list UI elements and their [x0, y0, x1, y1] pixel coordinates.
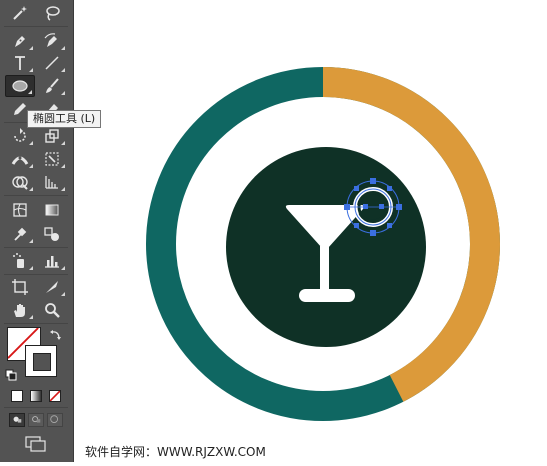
none-mode-button[interactable]: [49, 390, 61, 402]
curvature-tool-icon[interactable]: [37, 30, 67, 52]
artboard-canvas[interactable]: [74, 0, 547, 462]
lasso-tool-icon[interactable]: [37, 2, 67, 24]
draw-inside-icon[interactable]: [47, 413, 63, 427]
magic-wand-tool-icon[interactable]: [5, 2, 35, 24]
paintbrush-tool-icon[interactable]: [37, 75, 67, 97]
symbol-sprayer-tool-icon[interactable]: [5, 250, 35, 272]
line-segment-tool-icon[interactable]: [37, 52, 67, 74]
shape-builder-tool-icon[interactable]: [5, 171, 35, 193]
site-watermark-text: 软件自学网：WWW.RJZXW.COM: [85, 445, 266, 459]
hand-tool-icon[interactable]: [5, 299, 35, 321]
scale-tool-icon[interactable]: [37, 125, 67, 147]
eyedropper-tool-icon[interactable]: [5, 223, 35, 245]
stroke-swatch[interactable]: [25, 345, 57, 377]
draw-normal-icon[interactable]: [9, 413, 25, 427]
gradient-tool-icon[interactable]: [37, 199, 67, 221]
type-tool-icon[interactable]: [5, 52, 35, 74]
swap-fill-stroke-icon[interactable]: [50, 326, 62, 340]
mesh-tool-icon[interactable]: [5, 199, 35, 221]
draw-behind-icon[interactable]: [28, 413, 44, 427]
default-fill-stroke-icon[interactable]: [5, 366, 17, 381]
pen-tool-icon[interactable]: [5, 30, 35, 52]
screen-mode-icon[interactable]: [25, 436, 47, 452]
blend-tool-icon[interactable]: [37, 223, 67, 245]
tools-panel: [0, 0, 74, 462]
color-mode-button[interactable]: [11, 390, 23, 402]
zoom-tool-icon[interactable]: [37, 299, 67, 321]
slice-tool-icon[interactable]: [37, 276, 67, 298]
column-graph-tool-icon[interactable]: [37, 250, 67, 272]
width-tool-icon[interactable]: [5, 148, 35, 170]
artboard-tool-icon[interactable]: [5, 276, 35, 298]
gradient-mode-button[interactable]: [30, 390, 42, 402]
rotate-tool-icon[interactable]: [5, 125, 35, 147]
badge-artwork: [146, 67, 500, 421]
ellipse-tool-icon[interactable]: [5, 75, 35, 97]
free-transform-tool-icon[interactable]: [37, 148, 67, 170]
perspective-grid-tool-icon[interactable]: [37, 171, 67, 193]
